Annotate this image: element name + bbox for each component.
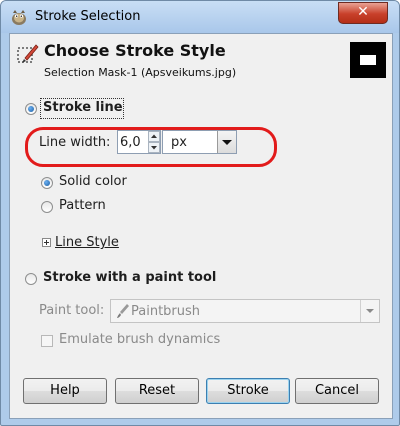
- window-title: Stroke Selection: [35, 9, 141, 24]
- help-button[interactable]: Help: [23, 378, 107, 404]
- spin-down-icon[interactable]: [148, 142, 160, 153]
- spin-up-icon[interactable]: [148, 131, 160, 142]
- unit-value: px: [171, 135, 187, 150]
- reset-button-label: Reset: [138, 383, 176, 398]
- stroke-button[interactable]: Stroke: [206, 378, 290, 404]
- paint-tool-radio[interactable]: [25, 273, 37, 285]
- dialog-header: Choose Stroke Style Selection Mask-1 (Ap…: [10, 34, 392, 88]
- help-button-label: Help: [50, 383, 80, 398]
- line-width-value: 6,0: [120, 135, 141, 150]
- chevron-down-icon: [222, 140, 232, 145]
- spin-arrows: [148, 131, 160, 153]
- stroke-button-label: Stroke: [227, 383, 269, 398]
- cancel-button[interactable]: Cancel: [295, 378, 379, 404]
- unit-dropdown[interactable]: px: [162, 130, 237, 154]
- line-width-spinbutton[interactable]: 6,0: [117, 130, 161, 154]
- stroke-selection-dialog: Stroke Selection ✕ Choose Stroke Style S…: [0, 0, 400, 426]
- pattern-label[interactable]: Pattern: [59, 198, 106, 213]
- dialog-subtitle: Selection Mask-1 (Apsveikums.jpg): [44, 66, 237, 79]
- stroke-line-radio[interactable]: [25, 103, 37, 115]
- chevron-down-icon: [366, 309, 374, 313]
- close-button[interactable]: ✕: [338, 2, 388, 24]
- dialog-body: Choose Stroke Style Selection Mask-1 (Ap…: [9, 33, 393, 419]
- line-width-label: Line width:: [39, 135, 111, 150]
- solid-color-label[interactable]: Solid color: [59, 174, 127, 189]
- paintbrush-icon: [117, 304, 129, 318]
- paint-tool-value: Paintbrush: [131, 304, 201, 319]
- title-bar[interactable]: Stroke Selection ✕: [1, 1, 399, 33]
- emulate-dynamics-label[interactable]: Emulate brush dynamics: [59, 332, 220, 347]
- paint-tool-dropdown-button[interactable]: [360, 300, 379, 322]
- line-style-label[interactable]: Line Style: [55, 235, 119, 250]
- dialog-title: Choose Stroke Style: [44, 41, 226, 60]
- paint-tool-dropdown[interactable]: Paintbrush: [110, 299, 380, 323]
- cancel-button-label: Cancel: [314, 383, 360, 398]
- close-icon: ✕: [357, 4, 369, 20]
- plus-icon: [44, 240, 49, 245]
- pattern-radio[interactable]: [41, 201, 53, 213]
- solid-color-radio[interactable]: [41, 177, 53, 189]
- paint-tool-label: Paint tool:: [39, 303, 105, 318]
- paint-tool-section-label[interactable]: Stroke with a paint tool: [43, 270, 216, 285]
- preview-selection-shape: [360, 55, 376, 65]
- stroke-preview-thumbnail: [350, 42, 386, 78]
- unit-dropdown-button[interactable]: [217, 131, 236, 153]
- reset-button[interactable]: Reset: [115, 378, 199, 404]
- line-style-expander[interactable]: [42, 238, 51, 247]
- stroke-selection-icon: [17, 44, 39, 63]
- stroke-line-label[interactable]: Stroke line: [43, 100, 123, 115]
- gimp-app-icon: [12, 10, 26, 25]
- emulate-dynamics-checkbox[interactable]: [41, 335, 53, 347]
